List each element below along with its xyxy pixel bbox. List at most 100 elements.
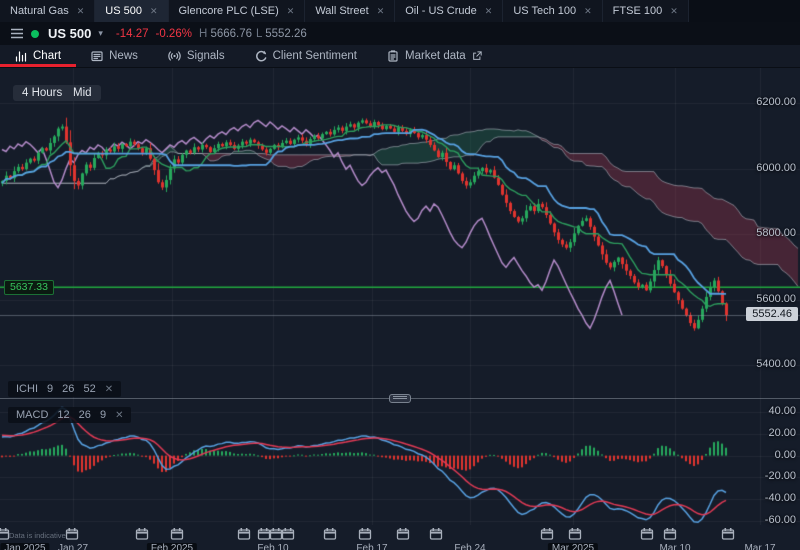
tab-close-icon[interactable]: ✕ — [77, 7, 85, 16]
instrument-name[interactable]: US 500 — [48, 26, 91, 41]
date-label-feb-10: Feb 10 — [257, 543, 288, 550]
instrument-header: US 500 ▾ -14.27 -0.26% H 5666.76 L 5552.… — [0, 22, 800, 45]
calendar-event-icon[interactable] — [721, 527, 735, 540]
timeframe-button[interactable]: 4 Hours — [13, 85, 71, 101]
news-icon — [91, 50, 103, 62]
low-value: 5552.26 — [265, 28, 307, 40]
calendar-event-icon[interactable] — [237, 527, 251, 540]
day-high: H 5666.76 — [199, 28, 252, 40]
tab-label: US Tech 100 — [513, 5, 576, 17]
tab-close-icon[interactable]: ✕ — [485, 7, 493, 16]
tab-us-tech-100[interactable]: US Tech 100 ✕ — [503, 0, 602, 22]
date-label-jan-2025: Jan 2025 — [0, 543, 49, 550]
calendar-event-icon[interactable] — [358, 527, 372, 540]
signals-icon — [168, 50, 181, 62]
nav-news[interactable]: News — [76, 45, 153, 67]
price-tick-5800: 5800.00 — [756, 227, 796, 239]
price-mode-button[interactable]: Mid — [64, 85, 101, 101]
menu-icon[interactable] — [10, 28, 24, 39]
low-prefix: L — [256, 28, 262, 40]
day-low: L 5552.26 — [256, 28, 307, 40]
calendar-event-icon[interactable] — [568, 527, 582, 540]
date-label-feb-17: Feb 17 — [356, 543, 387, 550]
price-change: -14.27 — [116, 28, 149, 40]
nav-label: Client Sentiment — [273, 50, 357, 62]
calendar-event-icon[interactable] — [0, 527, 10, 540]
price-tick-5600: 5600.00 — [756, 293, 796, 305]
panel-resize-handle[interactable] — [389, 394, 411, 403]
calendar-event-icon[interactable] — [65, 527, 79, 540]
tab-close-icon[interactable]: ✕ — [584, 7, 592, 16]
nav-signals[interactable]: Signals — [153, 45, 240, 67]
sentiment-icon — [255, 50, 267, 62]
section-nav: Chart News Signals Client Sentiment Market d… — [0, 45, 800, 68]
indicator-pill-ichimoku[interactable]: ICHI 9 26 52 ✕ — [8, 381, 121, 397]
tab-label: US 500 — [105, 5, 142, 17]
price-tick-5400: 5400.00 — [756, 358, 796, 370]
date-label-feb-24: Feb 24 — [454, 543, 485, 550]
tab-oil-us-crude[interactable]: Oil - US Crude ✕ — [395, 0, 503, 22]
calendar-event-icon[interactable] — [281, 527, 295, 540]
tab-ftse-100[interactable]: FTSE 100 ✕ — [603, 0, 689, 22]
nav-client-sentiment[interactable]: Client Sentiment — [240, 45, 372, 67]
calendar-event-icon[interactable] — [396, 527, 410, 540]
tab-close-icon[interactable]: ✕ — [377, 7, 385, 16]
calendar-event-icon[interactable] — [540, 527, 554, 540]
tab-close-icon[interactable]: ✕ — [670, 7, 678, 16]
macd-tick--20: -20.00 — [765, 470, 796, 482]
chart-icon — [15, 50, 27, 62]
market-open-dot — [31, 30, 39, 38]
tab-wall-street[interactable]: Wall Street ✕ — [305, 0, 395, 22]
tab-bar: Natural Gas✕US 500✕Glencore PLC (LSE)✕Wa… — [0, 0, 800, 22]
calendar-event-icon[interactable] — [640, 527, 654, 540]
macd-tick--40: -40.00 — [765, 492, 796, 504]
date-label-mar-10: Mar 10 — [659, 543, 690, 550]
close-icon[interactable]: ✕ — [105, 384, 113, 395]
indicator-pill-macd[interactable]: MACD 12 26 9 ✕ — [8, 407, 131, 423]
last-price-tag: 5552.46 — [746, 307, 798, 321]
external-link-icon — [472, 51, 482, 61]
nav-label: News — [109, 50, 138, 62]
chevron-down-icon[interactable]: ▾ — [98, 28, 103, 39]
nav-chart[interactable]: Chart — [0, 45, 76, 67]
tab-label: FTSE 100 — [613, 5, 663, 17]
tab-natural-gas[interactable]: Natural Gas✕ — [0, 0, 95, 22]
tab-label: Wall Street — [315, 5, 368, 17]
price-change-percent: -0.26% — [156, 28, 192, 40]
date-label-mar-2025: Mar 2025 — [548, 543, 598, 550]
market-data-icon — [387, 50, 399, 62]
calendar-event-icon[interactable] — [323, 527, 337, 540]
macd-tick-20: 20.00 — [768, 427, 796, 439]
high-value: 5666.76 — [210, 28, 252, 40]
price-alert-label[interactable]: 5637.33 — [4, 280, 54, 295]
tab-glencore-plc-lse[interactable]: Glencore PLC (LSE)✕ — [169, 0, 306, 22]
price-tick-6000: 6000.00 — [756, 162, 796, 174]
calendar-event-icon[interactable] — [135, 527, 149, 540]
nav-label: Chart — [33, 50, 61, 62]
nav-market-data[interactable]: Market data — [372, 45, 497, 67]
date-label-mar-17: Mar 17 — [744, 543, 775, 550]
calendar-event-icon[interactable] — [170, 527, 184, 540]
close-icon[interactable]: ✕ — [115, 410, 123, 421]
date-label-jan-27: Jan 27 — [58, 543, 88, 550]
macd-tick-0: 0.00 — [775, 449, 796, 461]
data-indicative-note: Data is indicative — [9, 531, 66, 540]
nav-label: Market data — [405, 50, 466, 62]
macd-tick-40: 40.00 — [768, 405, 796, 417]
indicator-name: ICHI — [16, 383, 38, 395]
tab-close-icon[interactable]: ✕ — [287, 7, 295, 16]
tab-label: Oil - US Crude — [405, 5, 477, 17]
date-label-feb-2025: Feb 2025 — [147, 543, 197, 550]
indicator-params: 9 26 52 — [47, 383, 96, 395]
chart-area: 4 Hours Mid 5637.33 5552.46 ICHI 9 26 52… — [0, 68, 800, 550]
indicator-params: 12 26 9 — [57, 409, 106, 421]
calendar-event-icon[interactable] — [663, 527, 677, 540]
tab-close-icon[interactable]: ✕ — [150, 7, 158, 16]
tab-us-500[interactable]: US 500 ✕ — [95, 0, 168, 22]
price-chart-canvas[interactable] — [0, 68, 800, 398]
nav-label: Signals — [187, 50, 225, 62]
macd-tick--60: -60.00 — [765, 514, 796, 526]
calendar-event-icon[interactable] — [429, 527, 443, 540]
indicator-name: MACD — [16, 409, 48, 421]
high-prefix: H — [199, 28, 207, 40]
